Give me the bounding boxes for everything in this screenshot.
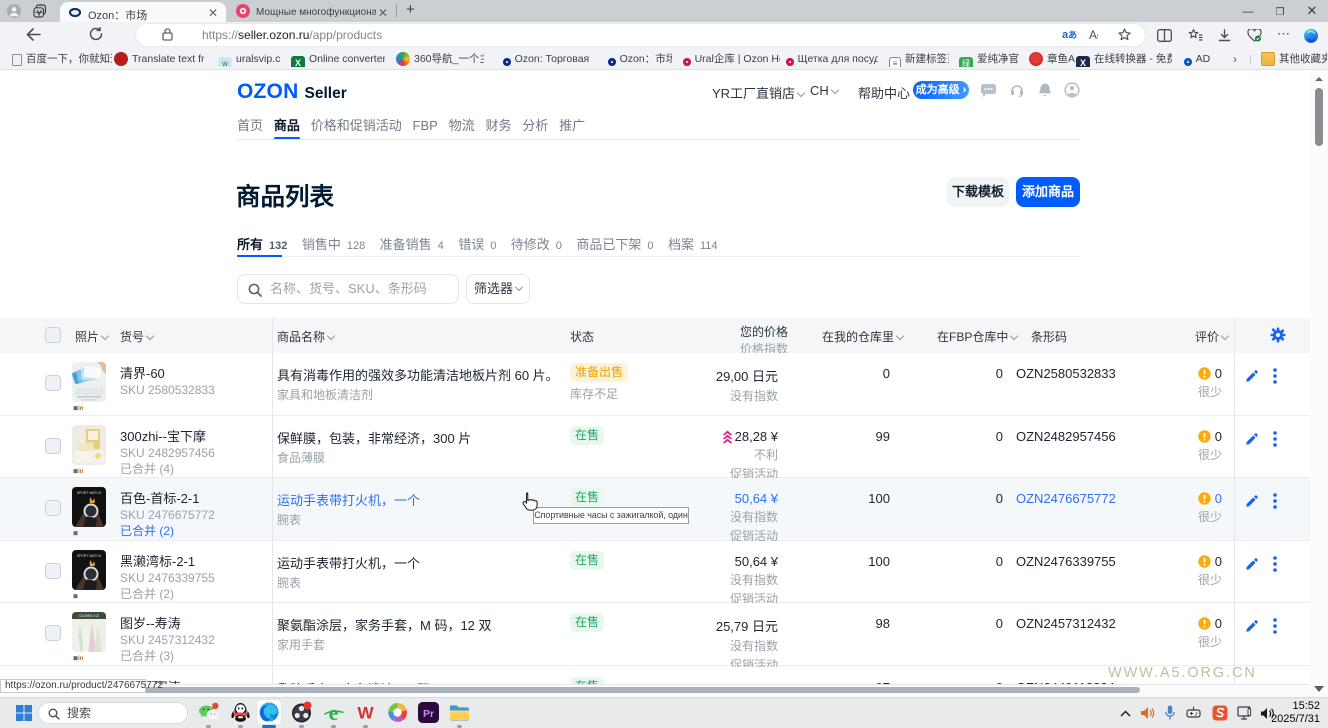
svg-text:W: W	[357, 704, 374, 723]
svg-text:Pr: Pr	[423, 708, 434, 720]
svg-text:SPORT WATCH: SPORT WATCH	[77, 554, 102, 558]
svg-text:SPORT WATCH: SPORT WATCH	[77, 491, 102, 495]
svg-text:GLOVES ×12: GLOVES ×12	[79, 614, 99, 618]
